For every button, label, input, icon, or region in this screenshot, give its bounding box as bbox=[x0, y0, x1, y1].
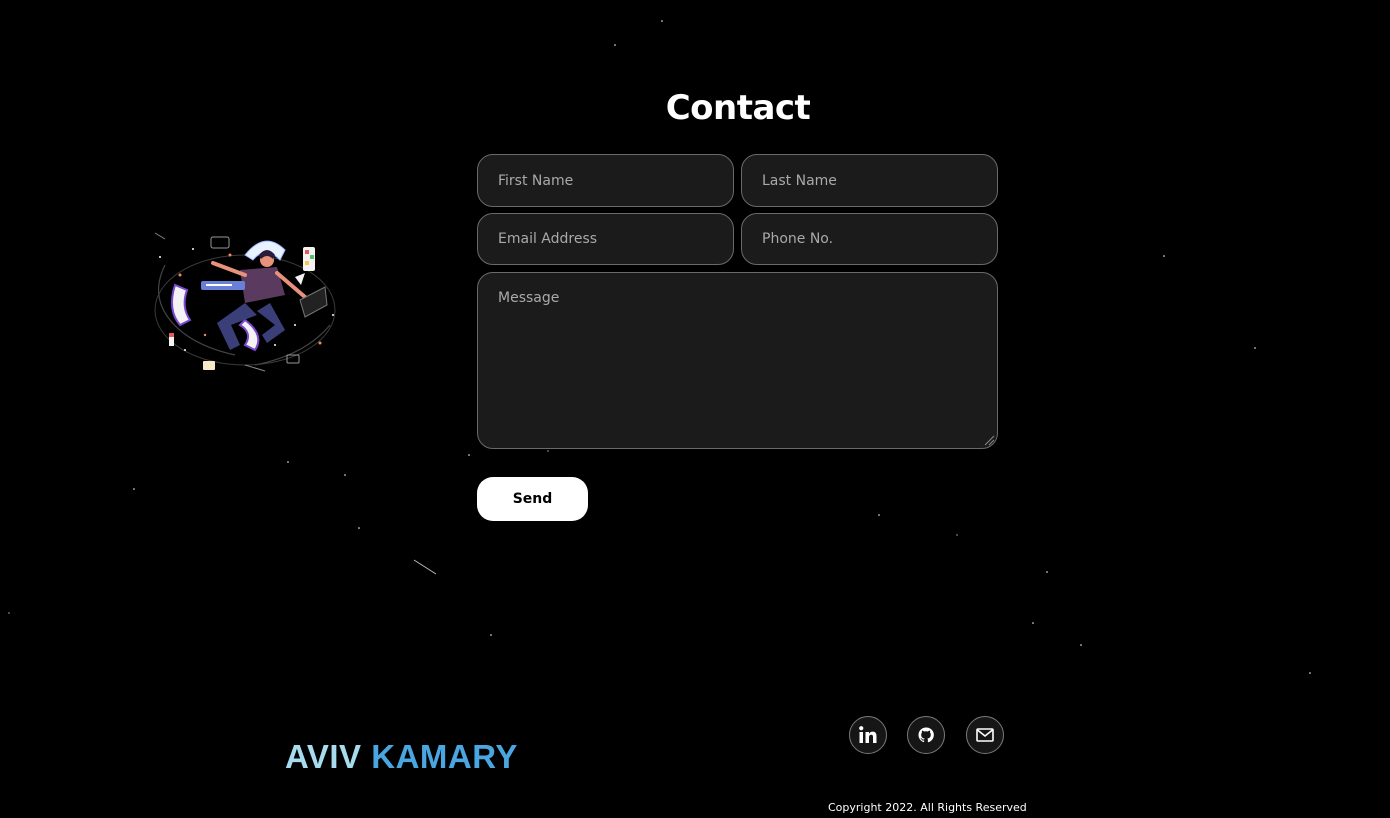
github-link[interactable] bbox=[907, 716, 945, 754]
last-name-input[interactable] bbox=[741, 154, 998, 207]
message-textarea[interactable] bbox=[477, 272, 998, 449]
contact-title: Contact bbox=[665, 88, 811, 128]
brand-last-name: KAMARY bbox=[371, 738, 518, 775]
email-link[interactable] bbox=[966, 716, 1004, 754]
linkedin-icon bbox=[859, 726, 877, 743]
resize-handle-icon[interactable] bbox=[983, 434, 995, 446]
email-address-input[interactable] bbox=[477, 213, 734, 265]
github-icon bbox=[918, 727, 934, 743]
copyright-text: Copyright 2022. All Rights Reserved bbox=[828, 801, 1027, 814]
send-button[interactable]: Send bbox=[477, 477, 588, 521]
linkedin-link[interactable] bbox=[849, 716, 887, 754]
developer-illustration bbox=[154, 232, 336, 372]
contact-page: Contact Send AVIV KAMARY Copyright 2022.… bbox=[0, 0, 1390, 818]
first-name-input[interactable] bbox=[477, 154, 734, 207]
brand-first-name: AVIV bbox=[285, 738, 362, 775]
brand-logo: AVIV KAMARY bbox=[285, 737, 518, 777]
phone-number-input[interactable] bbox=[741, 213, 998, 265]
mail-icon bbox=[976, 728, 994, 742]
